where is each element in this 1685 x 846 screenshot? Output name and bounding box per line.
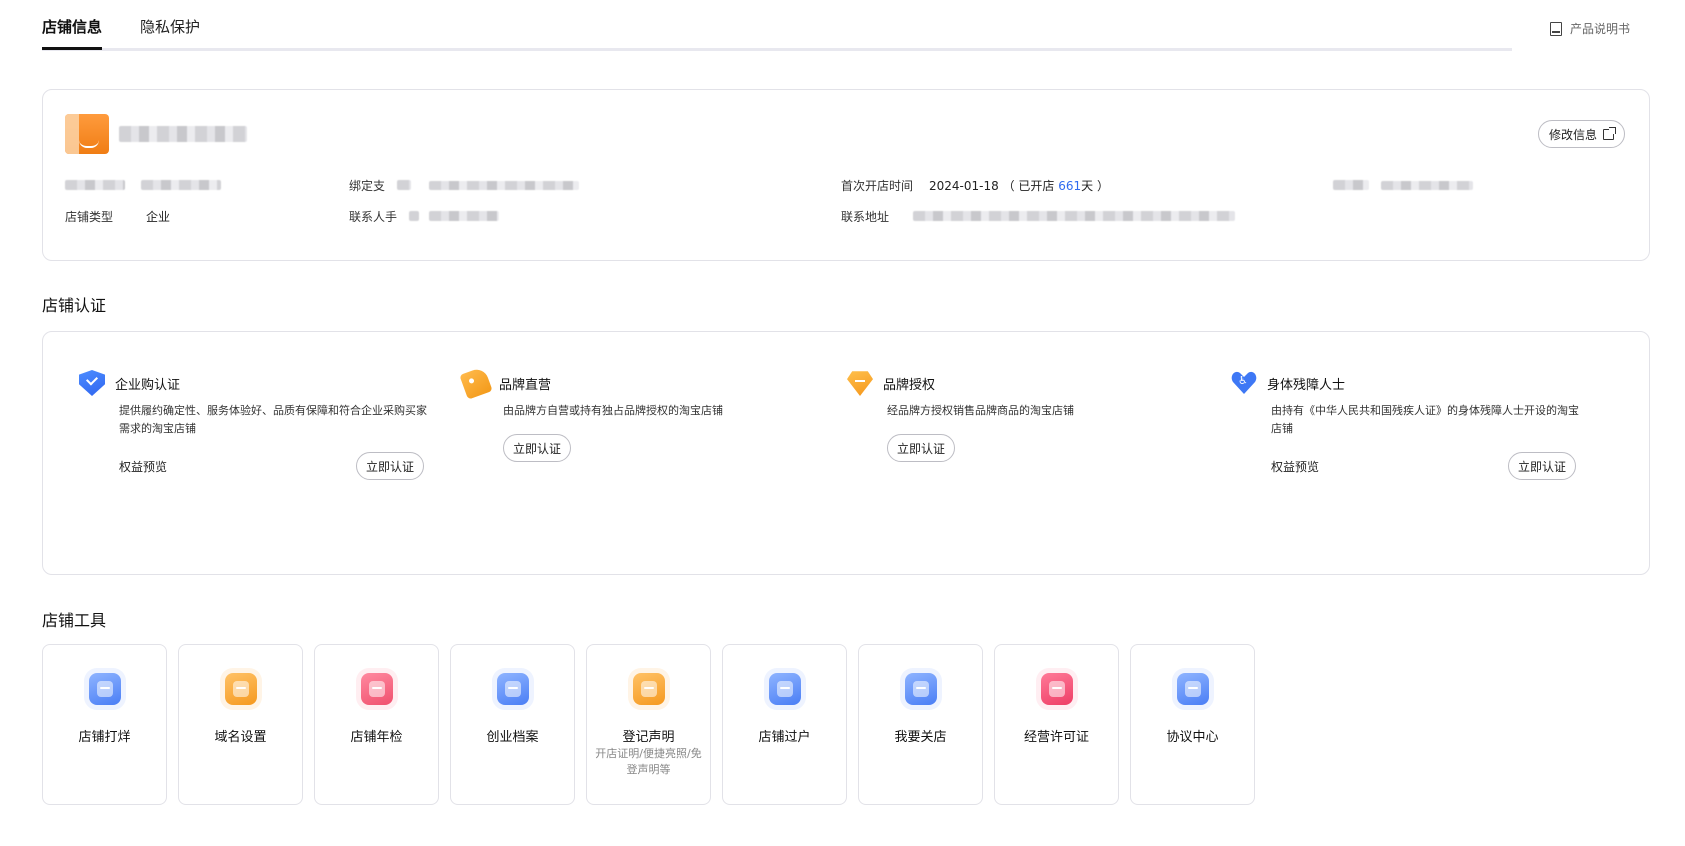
- redacted-value: [1381, 181, 1473, 190]
- redacted-label: [65, 180, 125, 190]
- first-open-date: 2024-01-18: [929, 179, 999, 193]
- contact-phone-label: 联系人手: [349, 210, 398, 224]
- benefit-preview-link[interactable]: 权益预览: [1271, 458, 1319, 475]
- address-redacted: [913, 211, 1235, 221]
- tool-name: 店铺过户: [758, 730, 811, 745]
- shield-check-icon: [79, 370, 105, 396]
- binding-label: 绑定支: [349, 179, 386, 193]
- license-icon: [1041, 673, 1073, 705]
- redacted-value: [141, 180, 221, 190]
- product-manual-link[interactable]: 产品说明书: [1549, 20, 1630, 37]
- declaration-icon: [633, 673, 665, 705]
- cert-brand-authorized: 品牌授权 经品牌方授权销售品牌商品的淘宝店铺 立即认证: [847, 370, 1177, 462]
- tool-annual-check[interactable]: 店铺年检: [314, 644, 439, 805]
- cert-desc: 提供履约确定性、服务体验好、品质有保障和符合企业采购买家需求的淘宝店铺: [119, 404, 427, 435]
- tool-name: 店铺打烊: [78, 730, 131, 745]
- cert-name: 品牌直营: [499, 377, 552, 393]
- cert-name: 品牌授权: [883, 377, 936, 393]
- tool-license[interactable]: 经营许可证: [994, 644, 1119, 805]
- certify-now-button[interactable]: 立即认证: [503, 434, 572, 462]
- cert-desc: 由持有《中华人民共和国残疾人证》的身体残障人士开设的淘宝店铺: [1271, 404, 1579, 435]
- tool-close-shop[interactable]: 我要关店: [858, 644, 983, 805]
- certify-now-button[interactable]: 立即认证: [355, 452, 424, 480]
- cert-brand-direct: 品牌直营 由品牌方自营或持有独占品牌授权的淘宝店铺 立即认证: [459, 366, 793, 462]
- redacted-label: [409, 211, 419, 221]
- transfer-icon: [769, 673, 801, 705]
- tool-shop-close[interactable]: 店铺打烊: [42, 644, 167, 805]
- shop-info-card: 修改信息 绑定支 首次开店时间 2024-01-18 （ 已开店 661天 ） …: [42, 89, 1650, 261]
- tab-shop-info[interactable]: 店铺信息: [42, 16, 103, 50]
- tools-grid: 店铺打烊 域名设置 店铺年检 创业档案 登记声明 开店证明/便捷亮照/免登声明等…: [42, 644, 1255, 805]
- agreement-icon: [1177, 673, 1209, 705]
- cert-name: 身体残障人士: [1267, 377, 1346, 393]
- tool-name: 经营许可证: [1023, 730, 1089, 745]
- shop-close-icon: [89, 673, 121, 705]
- tool-archive[interactable]: 创业档案: [450, 644, 575, 805]
- archive-icon: [497, 673, 529, 705]
- tool-name: 创业档案: [486, 730, 539, 745]
- tool-name: 登记声明: [622, 730, 675, 745]
- tab-privacy[interactable]: 隐私保护: [140, 16, 200, 50]
- address-label: 联系地址: [841, 210, 890, 224]
- benefit-preview-link[interactable]: 权益预览: [119, 458, 167, 475]
- redacted-value: [429, 211, 499, 221]
- opened-prefix: （ 已开店: [1002, 179, 1059, 193]
- book-icon: [1549, 21, 1562, 36]
- cert-desc: 经品牌方授权销售品牌商品的淘宝店铺: [887, 404, 1074, 417]
- cert-disability: 身体残障人士 由持有《中华人民共和国残疾人证》的身体残障人士开设的淘宝店铺 权益…: [1231, 370, 1579, 480]
- annual-check-icon: [361, 673, 393, 705]
- redacted-label: [397, 180, 411, 190]
- tool-name: 我要关店: [894, 730, 947, 745]
- tool-domain[interactable]: 域名设置: [178, 644, 303, 805]
- tool-declaration[interactable]: 登记声明 开店证明/便捷亮照/免登声明等: [586, 644, 711, 805]
- tools-section-title: 店铺工具: [42, 611, 107, 630]
- close-shop-icon: [905, 673, 937, 705]
- opened-days: 661: [1058, 179, 1082, 193]
- certify-now-button[interactable]: 立即认证: [887, 434, 956, 462]
- shop-avatar: [65, 114, 109, 154]
- tool-transfer[interactable]: 店铺过户: [722, 644, 847, 805]
- redacted-label: [1333, 180, 1369, 190]
- shop-name-redacted: [119, 126, 247, 142]
- redacted-value: [429, 181, 579, 190]
- diamond-icon: [847, 371, 873, 396]
- cert-name: 企业购认证: [115, 377, 181, 393]
- opened-suffix: 天 ）: [1081, 179, 1109, 193]
- cert-desc: 由品牌方自营或持有独占品牌授权的淘宝店铺: [503, 404, 723, 417]
- heart-accessibility-icon: [1231, 370, 1257, 396]
- first-open-label: 首次开店时间: [841, 179, 914, 193]
- domain-icon: [225, 673, 257, 705]
- first-open-value: 2024-01-18 （ 已开店 661天 ）: [929, 177, 1109, 194]
- certification-card: 企业购认证 提供履约确定性、服务体验好、品质有保障和符合企业采购买家需求的淘宝店…: [42, 331, 1650, 575]
- price-tag-icon: [459, 366, 493, 400]
- certification-section-title: 店铺认证: [42, 296, 107, 315]
- tool-sub: 开店证明/便捷亮照/免登声明等: [595, 747, 702, 776]
- edit-info-label: 修改信息: [1548, 127, 1597, 142]
- tool-agreement[interactable]: 协议中心: [1130, 644, 1255, 805]
- tool-name: 协议中心: [1166, 730, 1219, 745]
- external-link-icon: [1603, 126, 1616, 140]
- certify-now-button[interactable]: 立即认证: [1507, 452, 1576, 480]
- top-tab-bar: 店铺信息 隐私保护 产品说明书: [42, 0, 1642, 54]
- shop-type-value: 企业: [146, 210, 171, 224]
- tool-name: 域名设置: [214, 730, 267, 745]
- tool-name: 店铺年检: [350, 730, 403, 745]
- edit-info-button[interactable]: 修改信息: [1537, 120, 1625, 148]
- cert-enterprise: 企业购认证 提供履约确定性、服务体验好、品质有保障和符合企业采购买家需求的淘宝店…: [79, 370, 427, 480]
- tab-track: [42, 48, 1512, 51]
- shop-type-label: 店铺类型: [65, 210, 114, 224]
- product-manual-label: 产品说明书: [1569, 22, 1630, 36]
